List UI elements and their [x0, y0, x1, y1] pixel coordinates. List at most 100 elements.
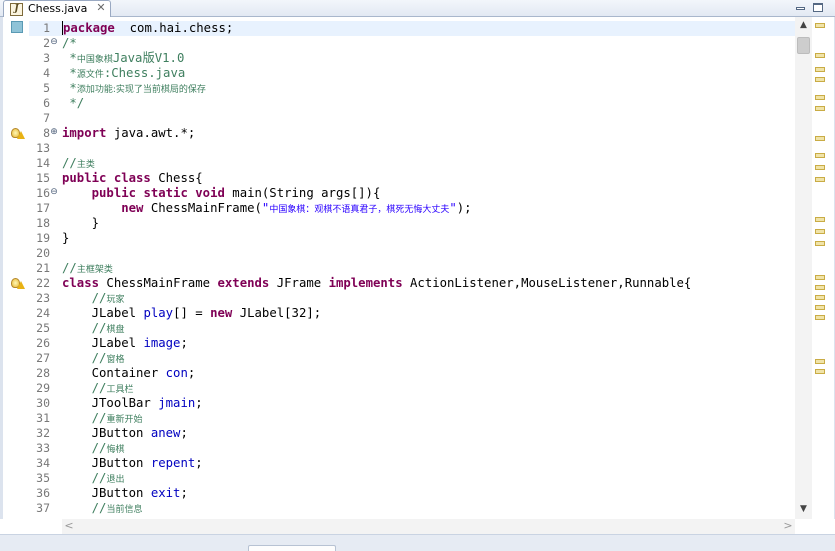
- minimize-button[interactable]: [793, 1, 808, 14]
- code-line[interactable]: 2 ⊖ /*: [29, 36, 795, 51]
- overview-warning-marker[interactable]: [815, 241, 825, 246]
- code-line[interactable]: 20: [29, 246, 795, 261]
- overview-warning-marker[interactable]: [815, 275, 825, 280]
- bottom-panel-tab[interactable]: [248, 545, 336, 551]
- collapse-fold-icon[interactable]: ⊖: [50, 38, 58, 47]
- code-line[interactable]: 17 new ChessMainFrame("中国象棋：观棋不语真君子，棋死无悔…: [29, 201, 795, 216]
- code-line[interactable]: 6 */: [29, 96, 795, 111]
- overview-warning-marker[interactable]: [815, 369, 825, 374]
- maximize-button[interactable]: [811, 1, 826, 14]
- bookmark-icon[interactable]: [11, 21, 23, 33]
- code-token: :Chess.java: [103, 66, 186, 80]
- code-token: import: [62, 126, 107, 140]
- code-text: }: [62, 231, 69, 246]
- horizontal-scrollbar[interactable]: < >: [62, 519, 795, 534]
- code-line[interactable]: 19}: [29, 231, 795, 246]
- code-token: [] =: [173, 306, 211, 320]
- code-line[interactable]: 29 //工具栏: [29, 381, 795, 396]
- code-line[interactable]: 25 //棋盘: [29, 321, 795, 336]
- overview-warning-marker[interactable]: [815, 315, 825, 320]
- code-token: com.hai.chess;: [114, 21, 234, 35]
- overview-warning-marker[interactable]: [815, 153, 825, 158]
- overview-warning-marker[interactable]: [815, 67, 825, 72]
- overview-warning-marker[interactable]: [815, 359, 825, 364]
- scroll-up-arrow-icon[interactable]: ▲: [795, 17, 812, 34]
- code-line[interactable]: 7: [29, 111, 795, 126]
- code-line[interactable]: 30 JToolBar jmain;: [29, 396, 795, 411]
- code-token: new: [210, 306, 233, 320]
- code-line[interactable]: 3 *中国象棋Java版V1.0: [29, 51, 795, 66]
- scroll-down-arrow-icon[interactable]: ▼: [795, 501, 812, 518]
- tab-chess-java[interactable]: J Chess.java ✕: [3, 0, 111, 17]
- code-line[interactable]: 33 //悔棋: [29, 441, 795, 456]
- warning-icon[interactable]: [11, 127, 26, 140]
- close-icon[interactable]: ✕: [95, 2, 107, 14]
- code-line[interactable]: 23 //玩家: [29, 291, 795, 306]
- overview-warning-marker[interactable]: [815, 165, 825, 170]
- code-token: 窗格: [106, 355, 125, 365]
- code-token: image: [143, 336, 181, 350]
- code-line[interactable]: 8 ⊕ import java.awt.*;: [29, 126, 795, 141]
- overview-warning-marker[interactable]: [815, 95, 825, 100]
- scroll-right-arrow-icon[interactable]: >: [781, 519, 795, 534]
- collapse-fold-icon[interactable]: ⊖: [50, 188, 58, 197]
- code-token: Container: [62, 366, 166, 380]
- overview-ruler[interactable]: [814, 17, 830, 519]
- overview-warning-marker[interactable]: [815, 53, 825, 58]
- code-area[interactable]: 1 package com.hai.chess; 2 ⊖/* 3 *中国象棋Java版V…: [29, 21, 795, 516]
- code-line[interactable]: 13: [29, 141, 795, 156]
- code-line[interactable]: 37 //当前信息: [29, 501, 795, 516]
- code-token: ": [449, 201, 457, 215]
- maximize-icon: [813, 3, 823, 12]
- code-line[interactable]: 32 JButton anew;: [29, 426, 795, 441]
- line-number: 13: [36, 141, 50, 155]
- code-line[interactable]: 34 JButton repent;: [29, 456, 795, 471]
- overview-warning-marker[interactable]: [815, 23, 825, 28]
- code-token: class: [62, 276, 100, 290]
- warning-icon[interactable]: [11, 277, 26, 290]
- overview-warning-marker[interactable]: [815, 217, 825, 222]
- overview-warning-marker[interactable]: [815, 136, 825, 141]
- code-line[interactable]: 24 JLabel play[] = new JLabel[32];: [29, 306, 795, 321]
- code-line[interactable]: 16 ⊖ public static void main(String args[…: [29, 186, 795, 201]
- line-number: 35: [36, 471, 50, 485]
- scroll-left-arrow-icon[interactable]: <: [62, 519, 76, 534]
- overview-warning-marker[interactable]: [815, 305, 825, 310]
- overview-warning-marker[interactable]: [815, 77, 825, 82]
- vertical-scrollbar[interactable]: ▲ ▼: [795, 17, 812, 519]
- code-line[interactable]: 4 *源文件:Chess.java: [29, 66, 795, 81]
- code-token: //: [91, 501, 107, 515]
- overview-warning-marker[interactable]: [815, 229, 825, 234]
- line-number: 33: [36, 441, 50, 455]
- code-token: 源文件: [76, 70, 104, 80]
- code-line[interactable]: 22 class ChessMainFrame extends JFrame im…: [29, 276, 795, 291]
- overview-warning-marker[interactable]: [815, 106, 825, 111]
- code-line[interactable]: 35 //退出: [29, 471, 795, 486]
- code-line[interactable]: 36 JButton exit;: [29, 486, 795, 501]
- line-number: 28: [36, 366, 50, 380]
- code-token: anew: [150, 426, 181, 440]
- code-line[interactable]: 15 public class Chess{: [29, 171, 795, 186]
- code-line[interactable]: 27 //窗格: [29, 351, 795, 366]
- vertical-scroll-thumb[interactable]: [797, 37, 810, 54]
- overview-warning-marker[interactable]: [815, 295, 825, 300]
- code-token: /*: [62, 36, 77, 50]
- code-token: JButton: [62, 426, 151, 440]
- code-line[interactable]: 14 //主类: [29, 156, 795, 171]
- overview-warning-marker[interactable]: [815, 285, 825, 290]
- code-line[interactable]: 26 JLabel image;: [29, 336, 795, 351]
- code-token: 棋盘: [106, 325, 125, 335]
- code-line[interactable]: 21 //主框架类: [29, 261, 795, 276]
- code-line[interactable]: 31 //重新开始: [29, 411, 795, 426]
- overview-warning-marker[interactable]: [815, 177, 825, 182]
- code-line[interactable]: 18 }: [29, 216, 795, 231]
- expand-fold-icon[interactable]: ⊕: [50, 128, 58, 137]
- line-number: 31: [36, 411, 50, 425]
- line-number: 32: [36, 426, 50, 440]
- code-line[interactable]: 5 *添加功能:实现了当前棋局的保存: [29, 81, 795, 96]
- code-line[interactable]: 28 Container con;: [29, 366, 795, 381]
- code-token: ;: [195, 396, 203, 410]
- code-line[interactable]: 1 package com.hai.chess;: [29, 21, 795, 36]
